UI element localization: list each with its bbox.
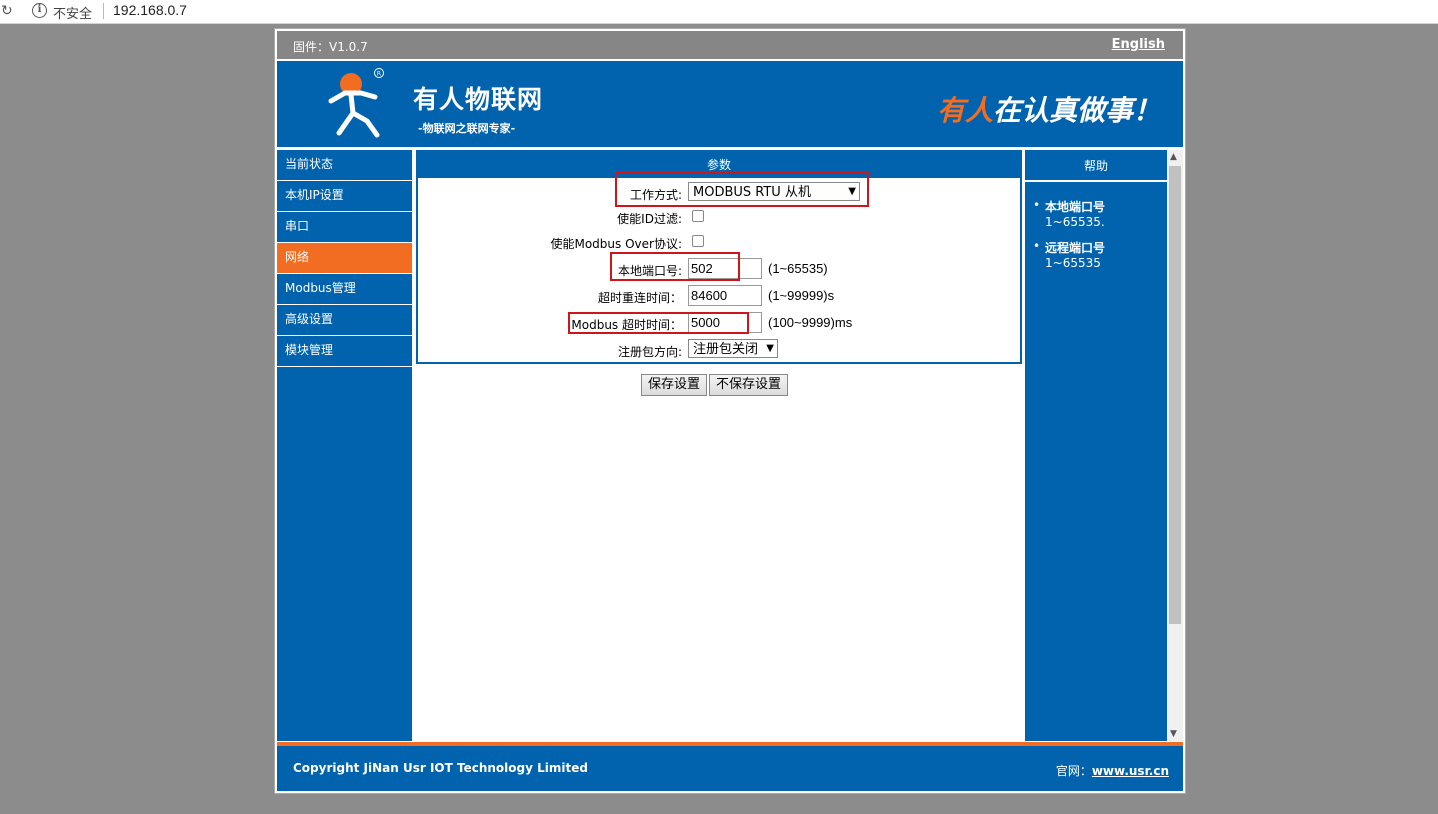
registered-mark: R	[377, 71, 381, 78]
sidebar-item-status[interactable]: 当前状态	[277, 150, 412, 181]
scrollbar-thumb[interactable]	[1169, 166, 1181, 624]
info-icon[interactable]: i	[32, 3, 47, 18]
register-packet-label: 注册包方向:	[617, 345, 682, 359]
sidebar-item-ip-settings[interactable]: 本机IP设置	[277, 181, 412, 212]
slogan: 有人在认真做事！	[937, 89, 1161, 129]
sidebar-item-serial[interactable]: 串口	[277, 212, 412, 243]
help-desc: 1~65535.	[1045, 215, 1105, 229]
usr-logo-icon: R	[328, 68, 384, 138]
help-list: 本地端口号1~65535. 远程端口号1~65535	[1025, 182, 1167, 270]
reconnect-timeout-input[interactable]: 84600	[688, 285, 762, 306]
parameters-panel: 参数 工作方式: MODBUS RTU 从机 ▼ 使能ID过滤: 使能Modbus…	[416, 150, 1022, 364]
highlight-local-port	[610, 252, 740, 281]
id-filter-checkbox[interactable]	[692, 210, 704, 222]
copyright-text: Copyright JiNan Usr IOT Technology Limit…	[293, 761, 588, 775]
modbus-timeout-hint: (100~9999)ms	[768, 315, 853, 330]
web-page: 固件：V1.0.7 English R 有人物联网 -物联网之联网专家- 有人在…	[274, 28, 1186, 794]
id-filter-label: 使能ID过滤:	[617, 212, 682, 226]
local-port-hint: (1~65535)	[768, 261, 828, 276]
id-filter-row: 使能ID过滤:	[418, 206, 1020, 228]
reconnect-timeout-row: 超时重连时间： 84600 (1~99999)s	[418, 285, 1020, 307]
brand-tagline: -物联网之联网专家-	[418, 122, 516, 135]
reconnect-timeout-hint: (1~99999)s	[768, 288, 835, 303]
security-label[interactable]: 不安全	[53, 3, 92, 22]
official-site: 官网：www.usr.cn	[1056, 762, 1169, 779]
footer: Copyright JiNan Usr IOT Technology Limit…	[277, 746, 1183, 791]
sidebar-item-modbus[interactable]: Modbus管理	[277, 274, 412, 305]
help-desc: 1~65535	[1045, 256, 1101, 270]
browser-address-bar: ↻ i 不安全 192.168.0.7	[0, 0, 1438, 24]
scroll-up-icon[interactable]: ▲	[1170, 152, 1177, 162]
help-term: 远程端口号	[1045, 241, 1106, 255]
firmware-version: 固件：V1.0.7	[293, 40, 368, 54]
brand-name: 有人物联网	[413, 85, 544, 114]
scrollbar[interactable]: ▲ ▼	[1167, 150, 1183, 741]
modbus-over-row: 使能Modbus Over协议:	[418, 231, 1020, 253]
cancel-button[interactable]: 不保存设置	[709, 374, 789, 396]
sidebar-nav: 当前状态 本机IP设置 串口 网络 Modbus管理 高级设置 模块管理	[277, 150, 412, 741]
highlight-work-mode	[615, 172, 869, 207]
modbus-over-label: 使能Modbus Over协议:	[550, 237, 682, 251]
help-item: 远程端口号1~65535	[1033, 239, 1167, 270]
header-banner: R 有人物联网 -物联网之联网专家- 有人在认真做事！	[277, 61, 1183, 147]
site-label: 官网：	[1055, 764, 1092, 778]
reload-icon[interactable]: ↻	[1, 3, 13, 19]
slogan-highlight: 有人	[936, 94, 993, 127]
language-link[interactable]: English	[1112, 37, 1165, 52]
slogan-rest: 在认真做事！	[992, 94, 1161, 127]
register-packet-select[interactable]: 注册包关闭 ▼	[688, 339, 778, 358]
top-bar: 固件：V1.0.7 English	[277, 31, 1183, 59]
url-field[interactable]: 192.168.0.7	[113, 2, 187, 18]
sidebar-item-advanced[interactable]: 高级设置	[277, 305, 412, 336]
scroll-down-icon[interactable]: ▼	[1170, 729, 1177, 739]
help-term: 本地端口号	[1045, 200, 1106, 214]
register-packet-value: 注册包关闭	[693, 342, 759, 357]
help-title: 帮助	[1025, 150, 1167, 182]
sidebar-item-network[interactable]: 网络	[277, 243, 412, 274]
dropdown-arrow-icon: ▼	[766, 343, 774, 354]
address-divider	[103, 3, 104, 19]
register-packet-row: 注册包方向: 注册包关闭 ▼	[418, 339, 1020, 361]
save-button[interactable]: 保存设置	[641, 374, 708, 396]
modbus-over-checkbox[interactable]	[692, 235, 704, 247]
form-buttons: 保存设置 不保存设置	[641, 374, 790, 396]
site-link[interactable]: www.usr.cn	[1092, 764, 1169, 778]
reconnect-timeout-label: 超时重连时间：	[597, 291, 682, 305]
highlight-modbus-timeout	[568, 312, 749, 334]
help-panel: 帮助 本地端口号1~65535. 远程端口号1~65535	[1025, 150, 1167, 741]
help-item: 本地端口号1~65535.	[1033, 198, 1167, 229]
sidebar-item-module[interactable]: 模块管理	[277, 336, 412, 367]
